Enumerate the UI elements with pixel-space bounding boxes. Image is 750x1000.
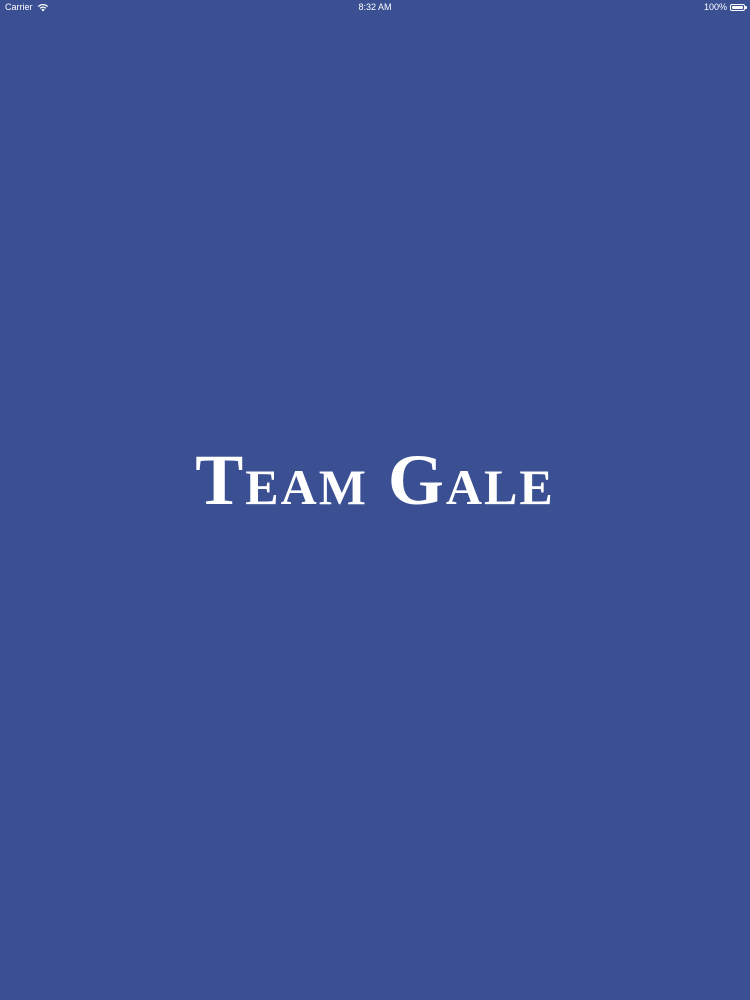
- app-logo-title: Team Gale: [195, 440, 555, 520]
- battery-fill: [732, 5, 743, 9]
- status-time: 8:32 AM: [358, 2, 392, 12]
- status-right: 100%: [703, 2, 747, 12]
- battery-icon: [730, 3, 747, 11]
- battery-tip: [745, 5, 747, 9]
- status-bar: Carrier 8:32 AM 100%: [0, 0, 750, 14]
- battery-percent: 100%: [703, 2, 727, 12]
